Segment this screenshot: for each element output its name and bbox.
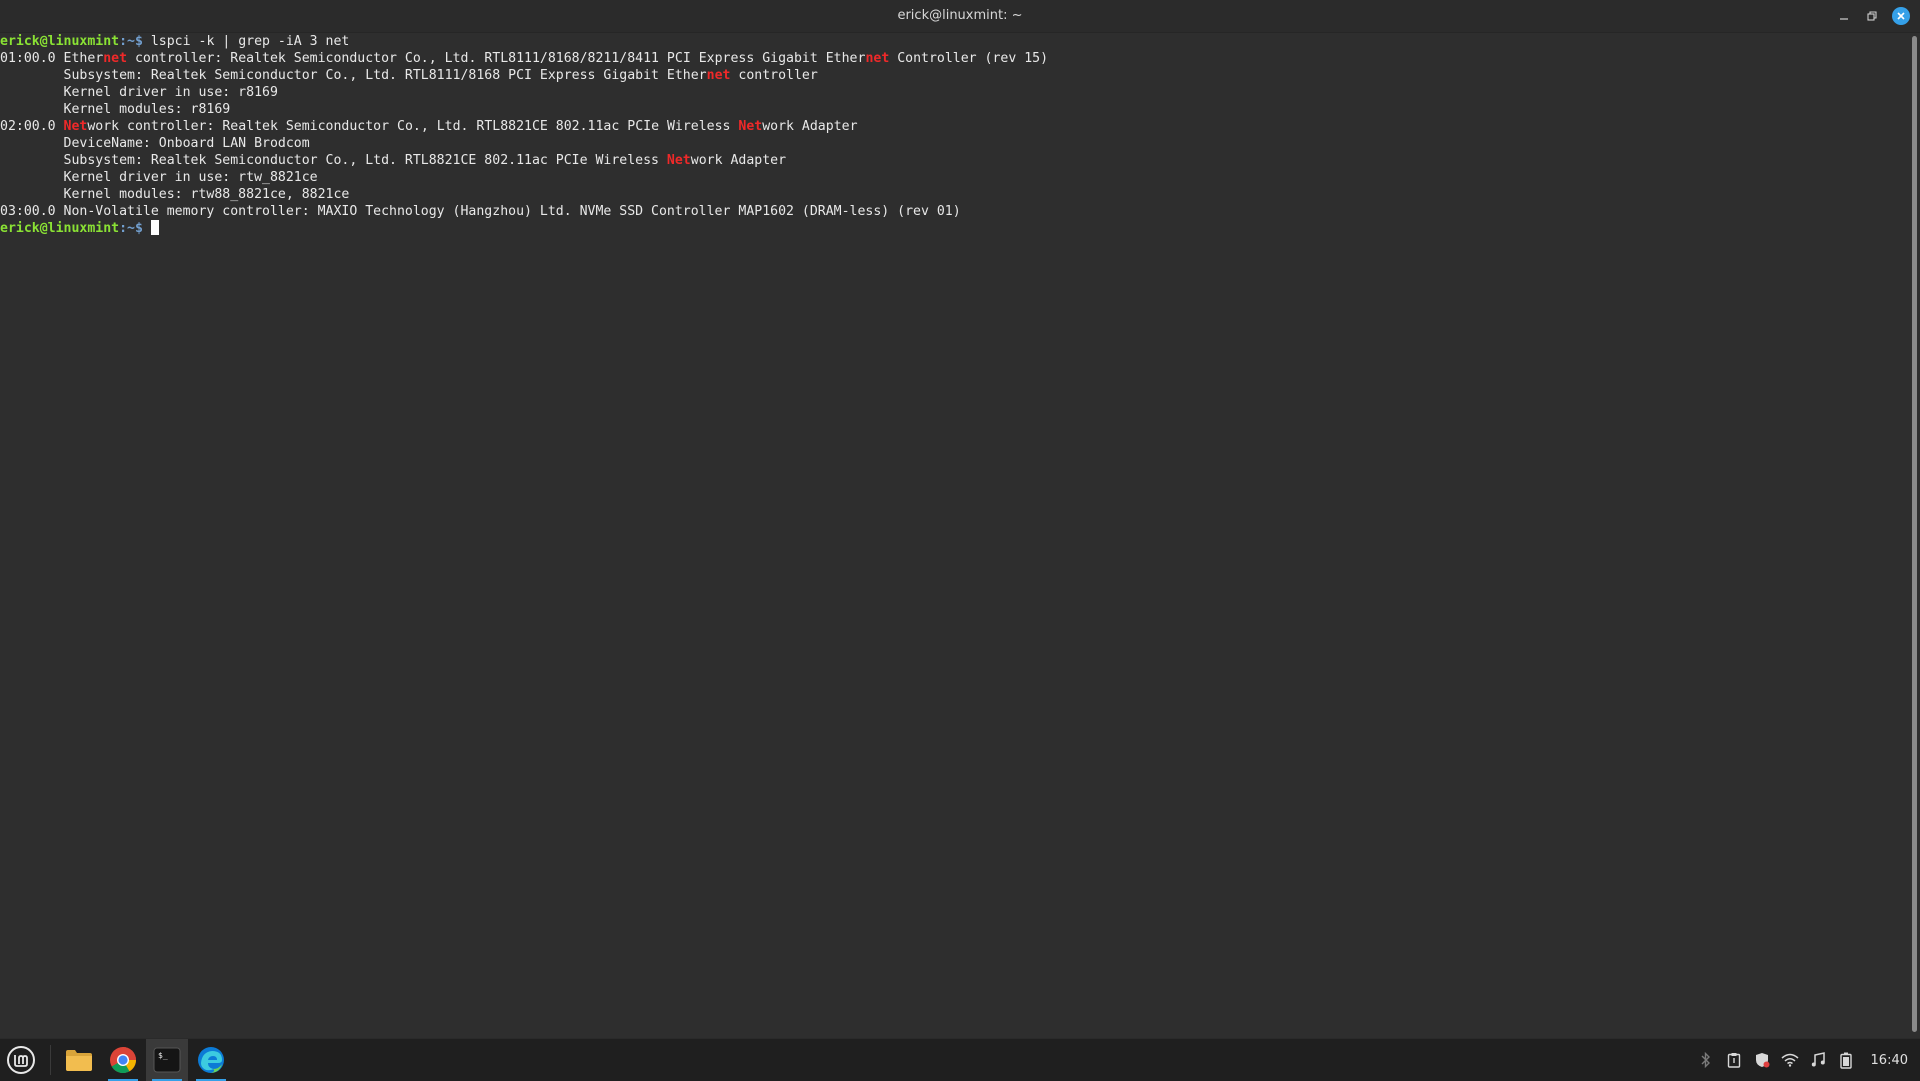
linux-mint-logo-icon — [7, 1046, 35, 1074]
output-line: Kernel modules: r8169 — [0, 102, 231, 117]
terminal-launcher[interactable]: $_ — [146, 1039, 188, 1081]
prompt-line[interactable]: erick@linuxmint:~$ — [0, 220, 1908, 237]
system-tray: 16:40 — [1697, 1039, 1908, 1081]
command-line: erick@linuxmint:~$ lspci -k | grep -iA 3… — [0, 33, 1908, 50]
text-cursor — [150, 220, 159, 235]
output-text: work controller: Realtek Semiconductor C… — [87, 119, 739, 134]
window-controls — [1836, 6, 1910, 26]
terminal-icon: $_ — [153, 1047, 181, 1073]
output-line: Kernel driver in use: r8169 — [0, 85, 278, 100]
minimize-icon — [1840, 18, 1848, 20]
folder-icon — [66, 1050, 92, 1071]
output-text: work Adapter — [690, 153, 787, 168]
start-menu-button[interactable] — [4, 1043, 38, 1077]
maximize-button[interactable] — [1864, 8, 1880, 24]
terminal-output[interactable]: erick@linuxmint:~$ lspci -k | grep -iA 3… — [0, 33, 1908, 1038]
edge-icon — [198, 1047, 224, 1073]
output-text: 02:00.0 — [0, 119, 64, 134]
clock[interactable]: 16:40 — [1871, 1053, 1908, 1068]
output-line: DeviceName: Onboard LAN Brodcom — [0, 136, 310, 151]
battery-icon[interactable] — [1837, 1051, 1855, 1069]
grep-match: net — [706, 68, 731, 83]
output-line: Kernel driver in use: rtw_8821ce — [0, 170, 318, 185]
taskbar-separator — [50, 1045, 51, 1075]
output-text: work Adapter — [762, 119, 858, 134]
terminal-window: erick@linuxmint: ~ erick@linuxmint:~$ ls… — [0, 0, 1920, 1038]
command-text: lspci -k | grep -iA 3 net — [142, 34, 350, 49]
minimize-button[interactable] — [1836, 8, 1852, 24]
prompt-path: :~$ — [119, 221, 143, 236]
scrollbar-thumb[interactable] — [1912, 36, 1917, 1032]
prompt-user: erick@linuxmint — [0, 221, 120, 236]
music-icon[interactable] — [1809, 1051, 1827, 1069]
close-icon — [1897, 12, 1905, 20]
bluetooth-icon[interactable] — [1697, 1051, 1715, 1069]
grep-match: Net — [666, 153, 691, 168]
edge-launcher[interactable] — [190, 1039, 232, 1081]
output-line: Kernel modules: rtw88_8821ce, 8821ce — [0, 187, 350, 202]
chrome-launcher[interactable] — [102, 1039, 144, 1081]
grep-match: Net — [738, 119, 763, 134]
title-bar[interactable]: erick@linuxmint: ~ — [0, 0, 1920, 33]
svg-text:$_: $_ — [158, 1051, 168, 1060]
close-button[interactable] — [1892, 7, 1910, 25]
output-text: controller — [730, 68, 818, 83]
prompt-path: :~$ — [119, 34, 143, 49]
output-line: Subsystem: Realtek Semiconductor Co., Lt… — [0, 152, 1908, 169]
output-text: Subsystem: Realtek Semiconductor Co., Lt… — [0, 68, 707, 83]
grep-match: net — [865, 51, 890, 66]
files-launcher[interactable] — [58, 1039, 100, 1081]
output-line: Subsystem: Realtek Semiconductor Co., Lt… — [0, 67, 1908, 84]
grep-match: Net — [63, 119, 88, 134]
output-line: 02:00.0 Network controller: Realtek Semi… — [0, 118, 1908, 135]
output-line: 03:00.0 Non-Volatile memory controller: … — [0, 204, 961, 219]
output-text: Subsystem: Realtek Semiconductor Co., Lt… — [0, 153, 667, 168]
scrollbar[interactable] — [1908, 33, 1920, 1038]
wifi-icon[interactable] — [1781, 1051, 1799, 1069]
restore-icon — [1867, 11, 1877, 21]
chrome-icon — [110, 1047, 137, 1074]
output-text: controller: Realtek Semiconductor Co., L… — [127, 51, 866, 66]
taskbar: $_ 16:40 — [0, 1038, 1920, 1081]
output-line: 01:00.0 Ethernet controller: Realtek Sem… — [0, 50, 1908, 67]
shield-icon[interactable] — [1753, 1051, 1771, 1069]
clipboard-icon[interactable] — [1725, 1051, 1743, 1069]
prompt-user: erick@linuxmint — [0, 34, 120, 49]
output-text: Controller (rev 15) — [889, 51, 1049, 66]
window-title: erick@linuxmint: ~ — [897, 8, 1023, 23]
grep-match: net — [103, 51, 128, 66]
output-text: 01:00.0 Ether — [0, 51, 104, 66]
